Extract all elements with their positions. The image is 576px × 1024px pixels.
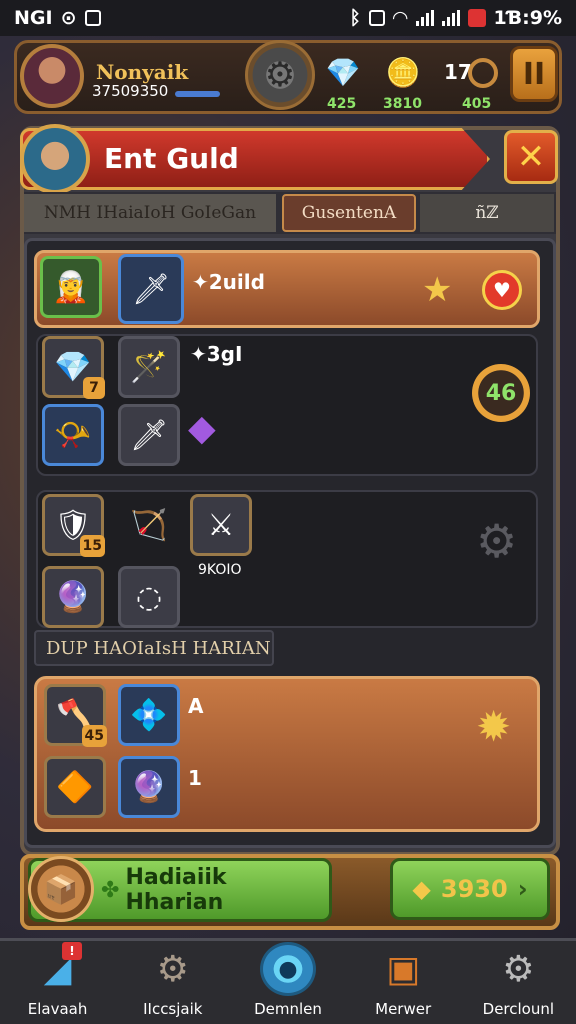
player-name: Nonyaik [96,60,189,84]
featured-label: ✦2uild [192,270,265,294]
group3-label-b: 1 [188,766,202,790]
heart-icon[interactable]: ♥ [482,270,522,310]
chest-icon: ▣ [386,948,421,990]
bluetooth-icon: ᛒ [349,7,361,29]
ring-resource-value: 405 [462,96,492,112]
nav-notification-badge: ! [62,942,82,960]
buy-button[interactable]: ◆ 3930 › [390,858,550,920]
wifi-icon: ◠ [392,7,408,29]
purple-gem-icon: ◆ [188,408,216,449]
tab-members[interactable]: NMH IHaiaIoH GoIeGan [24,194,276,232]
status-left-text: NGI [14,7,53,29]
orange-gem-item[interactable]: 🔶 [44,756,106,818]
battery-icon [467,9,486,27]
gem-resource-value: 425 [327,96,357,112]
nav-item-iiccsjaik[interactable]: ⚙ IIccsjaik [121,942,225,1019]
clock-icon: ⊙ [60,7,77,29]
blue-crystal-item[interactable]: 💎 7 [42,336,105,399]
horn-item[interactable]: 📯 [42,404,104,466]
nav-item-derclounl[interactable]: ⚙ Derclounl [466,942,570,1019]
hero-portrait[interactable]: 🧝 [40,256,102,318]
amulet-item[interactable]: 🔮 [42,566,104,628]
nav-label: Demnlen [254,1000,322,1018]
settings-icon: ⚙ [502,948,535,990]
dialog-title: Ent Guld [104,142,239,175]
nav-label: Elavaah [27,1000,88,1018]
item-group-1 [36,334,538,476]
gold-shield-item[interactable]: 🛡 15 [42,494,105,557]
gear-icon: ⚙ [156,948,189,990]
tab-guild[interactable]: GusentenA [282,194,416,232]
gold-gem-icon: ◆ [412,875,431,903]
nav-label: IIccsjaik [143,1000,203,1018]
mace-item[interactable]: ⚔ [190,494,252,556]
notification-icon [84,10,101,26]
purple-crystal-item[interactable]: 🔮 [118,756,180,818]
close-button[interactable]: ✕ [504,130,558,184]
group2-label: 9KOIO [198,562,242,578]
gem-resource-icon: 💎 [325,55,361,89]
section-title: DUP HAOIaIsH HARIAN [34,630,274,666]
player-xp: 37509350 [92,82,169,100]
purple-wand-item[interactable]: 🪄 [118,336,180,398]
sparkle-icon: ✤ [101,877,120,903]
gold-star-badge-icon: ✹ [476,702,512,751]
item-badge: 7 [83,377,105,399]
daily-button-label: Hadiaiik Hharian [125,865,227,915]
group1-label: ✦3gI [190,342,243,366]
nfc-icon [368,10,385,26]
nav-item-elavaah[interactable]: ◢ Elavaah [6,942,110,1019]
tab-settings[interactable]: ñℤ [420,194,554,232]
blue-crystal-item-2[interactable]: 💠 [118,684,180,746]
dialog-title-bar [20,128,490,190]
item-badge: 45 [81,725,107,747]
signal-icon [415,10,434,26]
group3-label-a: A [188,694,204,718]
nav-item-demnlen[interactable]: ● Demnlen [236,942,340,1018]
buy-price: 3930 [440,875,508,903]
nav-label: Merwer [375,1000,432,1018]
level-badge: 46 [472,364,530,422]
dagger-item[interactable]: 🗡 [118,404,180,466]
locked-gear-icon: ⚙ [476,514,518,568]
status-bar: NGI ⊙ ᛒ ◠ 1Ɓ:9% [0,0,576,36]
bottom-nav: ◢ Elavaah ⚙ IIccsjaik ● Demnlen ▣ Merwer… [0,938,576,1024]
featured-row[interactable] [34,250,540,328]
sword-item[interactable]: 🗡 [118,254,184,324]
gear-icon[interactable]: ⚙ [245,40,315,110]
coin-resource-icon: 🪙 [385,55,421,89]
nav-label: Derclounl [482,1000,555,1018]
item-badge: 15 [79,535,105,557]
ring-item[interactable]: ◌ [118,566,180,628]
crossbow-item[interactable]: 🏹 [118,494,180,556]
orb-icon: ● [259,942,316,996]
chevron-right-icon: › [517,875,528,903]
signal2-icon [441,10,460,26]
xp-bar [175,91,220,97]
star-icon[interactable]: ★ [422,270,452,310]
red-axe-item[interactable]: 🪓 45 [44,684,107,747]
guild-avatar [20,124,90,194]
ring-icon [468,58,498,88]
item-group-2 [36,490,538,628]
pause-button[interactable]: II [510,46,558,102]
item-group-3 [34,676,540,832]
nav-item-merwer[interactable]: ▣ Merwer [351,942,455,1019]
coin-resource-value: 3810 [383,96,422,112]
status-right-text: 1Ɓ:9% [493,7,563,29]
crate-icon: 📦 [28,856,94,922]
player-avatar[interactable] [20,44,84,108]
